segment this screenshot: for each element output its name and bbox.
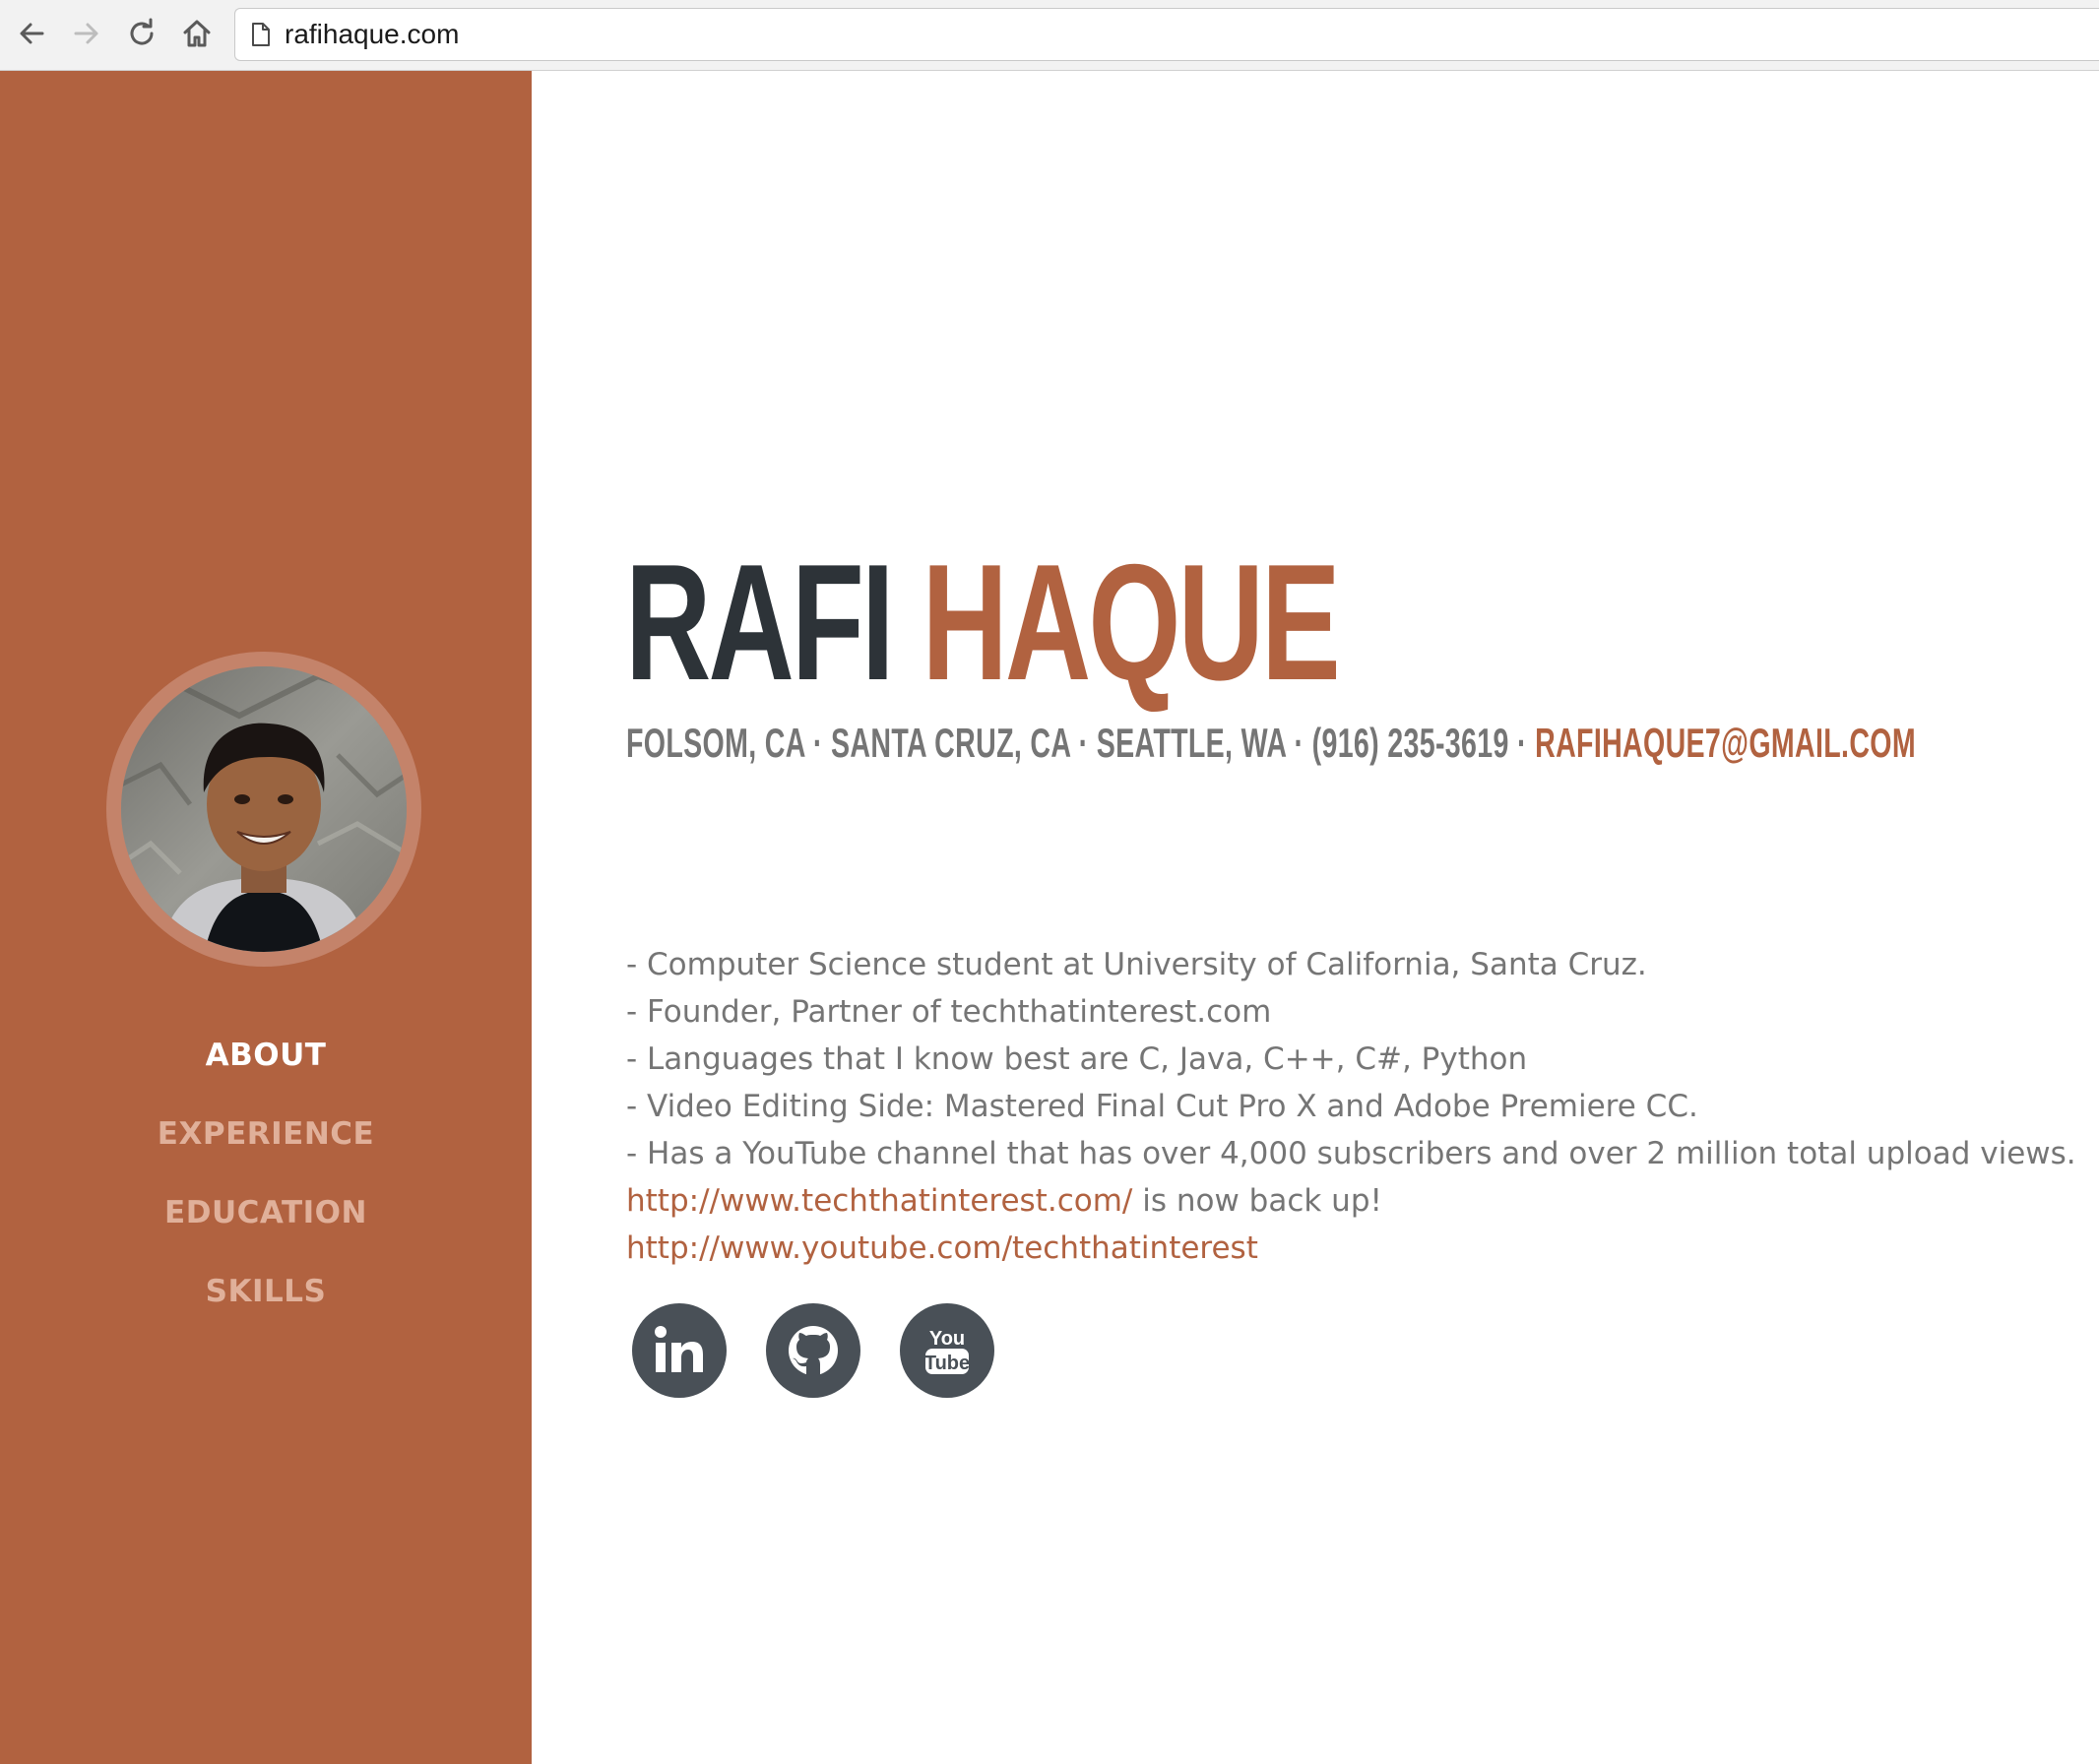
sidebar-item-education: EDUCATION (0, 1173, 532, 1252)
sidebar: ABOUT EXPERIENCE EDUCATION SKILLS (0, 71, 532, 1764)
github-icon (789, 1326, 838, 1375)
address-bar[interactable]: rafihaque.com (234, 8, 2099, 61)
youtube-button[interactable]: You Tube (900, 1303, 994, 1398)
arrow-left-icon (20, 23, 44, 44)
bio-line: - Has a YouTube channel that has over 4,… (626, 1136, 2076, 1171)
reload-icon (130, 18, 154, 45)
reload-button[interactable] (120, 12, 163, 55)
arrow-right-icon (74, 23, 98, 44)
social-icons: You Tube (632, 1303, 994, 1398)
avatar (121, 666, 407, 952)
forward-button[interactable] (65, 12, 108, 55)
bio-line: - Video Editing Side: Mastered Final Cut… (626, 1089, 1698, 1124)
nav-link-experience[interactable]: EXPERIENCE (0, 1095, 532, 1173)
nav-link-about[interactable]: ABOUT (0, 1016, 532, 1095)
email-link[interactable]: RAFIHAQUE7@GMAIL.COM (1535, 720, 1916, 766)
avatar-ring (106, 652, 421, 967)
youtube-logo-bottom: Tube (924, 1353, 970, 1374)
contact-locations: FOLSOM, CA · SANTA CRUZ, CA · SEATTLE, W… (626, 720, 1536, 766)
contact-line: FOLSOM, CA · SANTA CRUZ, CA · SEATTLE, W… (626, 719, 1916, 768)
sidebar-nav: ABOUT EXPERIENCE EDUCATION SKILLS (0, 1016, 532, 1331)
github-button[interactable] (766, 1303, 860, 1398)
sidebar-item-skills: SKILLS (0, 1252, 532, 1331)
profile-photo (121, 666, 407, 952)
bio: - Computer Science student at University… (626, 941, 2083, 1272)
sidebar-item-experience: EXPERIENCE (0, 1095, 532, 1173)
website-note: is now back up! (1132, 1183, 1382, 1219)
home-button[interactable] (175, 12, 219, 55)
youtube-link[interactable]: http://www.youtube.com/techthatinterest (626, 1230, 1258, 1266)
last-name: HAQUE (922, 530, 1340, 715)
bio-line: - Languages that I know best are C, Java… (626, 1041, 1528, 1077)
youtube-icon: You Tube (924, 1328, 970, 1374)
nav-link-skills[interactable]: SKILLS (0, 1252, 532, 1331)
browser-toolbar: rafihaque.com (0, 0, 2099, 71)
nav-link-education[interactable]: EDUCATION (0, 1173, 532, 1252)
bio-line: - Computer Science student at University… (626, 947, 1647, 982)
home-icon (183, 20, 211, 47)
linkedin-icon (655, 1326, 703, 1372)
page-title: RAFI HAQUE (625, 534, 1341, 711)
bio-line-website: http://www.techthatinterest.com/ is now … (626, 1177, 2083, 1225)
youtube-logo-top: You (929, 1328, 965, 1350)
first-name: RAFI (625, 530, 895, 715)
sidebar-item-about: ABOUT (0, 1016, 532, 1095)
main-content: RAFI HAQUE FOLSOM, CA · SANTA CRUZ, CA ·… (532, 71, 2099, 1764)
website-link[interactable]: http://www.techthatinterest.com/ (626, 1183, 1132, 1219)
url-text: rafihaque.com (285, 19, 460, 49)
bio-line: - Founder, Partner of techthatinterest.c… (626, 994, 1272, 1030)
back-button[interactable] (10, 12, 53, 55)
linkedin-button[interactable] (632, 1303, 727, 1398)
bio-line-youtube: http://www.youtube.com/techthatinterest (626, 1225, 2083, 1272)
document-icon (252, 23, 270, 46)
